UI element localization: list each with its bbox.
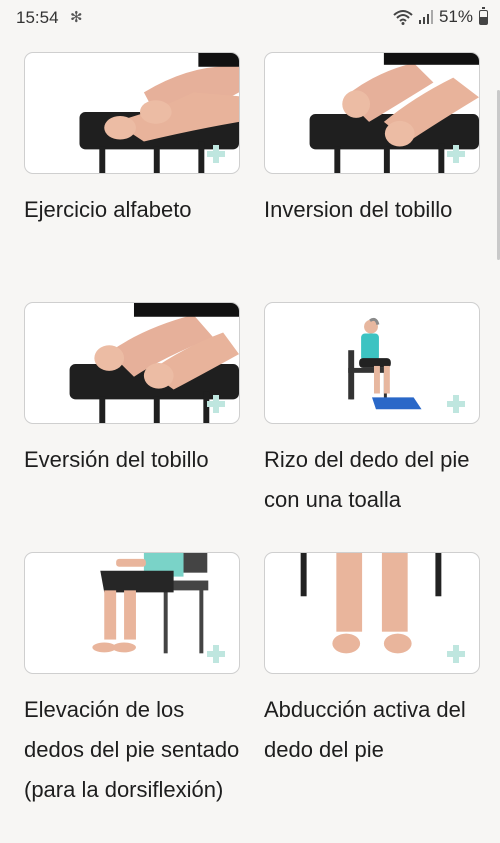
battery-icon: [479, 6, 488, 25]
exercise-card[interactable]: Eversión del tobillo: [24, 302, 240, 552]
add-icon: [207, 645, 225, 663]
add-icon: [207, 395, 225, 413]
standing-feet-image: [264, 552, 480, 674]
feet-on-bench-image: [24, 302, 240, 424]
seated-towel-image: [264, 302, 480, 424]
feet-on-bench-image: [24, 52, 240, 174]
exercise-card[interactable]: Rizo del dedo del pie con una toalla: [264, 302, 480, 552]
exercise-grid: Ejercicio alfabeto Inversion del tobillo: [24, 52, 480, 802]
exercise-title: Eversión del tobillo: [24, 447, 209, 472]
exercise-card[interactable]: Ejercicio alfabeto: [24, 52, 240, 302]
exercise-title: Inversion del tobillo: [264, 197, 453, 222]
exercise-title: Rizo del dedo del pie con una toalla: [264, 447, 470, 512]
signal-icon: [418, 10, 433, 24]
wifi-icon: [393, 10, 413, 25]
exercise-card[interactable]: Inversion del tobillo: [264, 52, 480, 302]
exercise-title: Elevación de los dedos del pie sentado (…: [24, 697, 240, 802]
add-icon: [447, 145, 465, 163]
exercise-title: Abducción activa del dedo del pie: [264, 697, 466, 762]
add-icon: [207, 145, 225, 163]
feet-on-bench-image: [264, 52, 480, 174]
add-icon: [447, 395, 465, 413]
bluetooth-icon: ✻: [70, 9, 83, 26]
add-icon: [447, 645, 465, 663]
battery-fill: [480, 16, 487, 24]
status-time: 15:54: [16, 8, 59, 27]
status-bar: 15:54 ✻ 51%: [0, 0, 500, 34]
seated-legs-image: [24, 552, 240, 674]
battery-percent: 51%: [438, 7, 473, 26]
exercise-title: Ejercicio alfabeto: [24, 197, 192, 222]
exercise-card[interactable]: Abducción activa del dedo del pie: [264, 552, 480, 802]
exercise-card[interactable]: Elevación de los dedos del pie sentado (…: [24, 552, 240, 802]
